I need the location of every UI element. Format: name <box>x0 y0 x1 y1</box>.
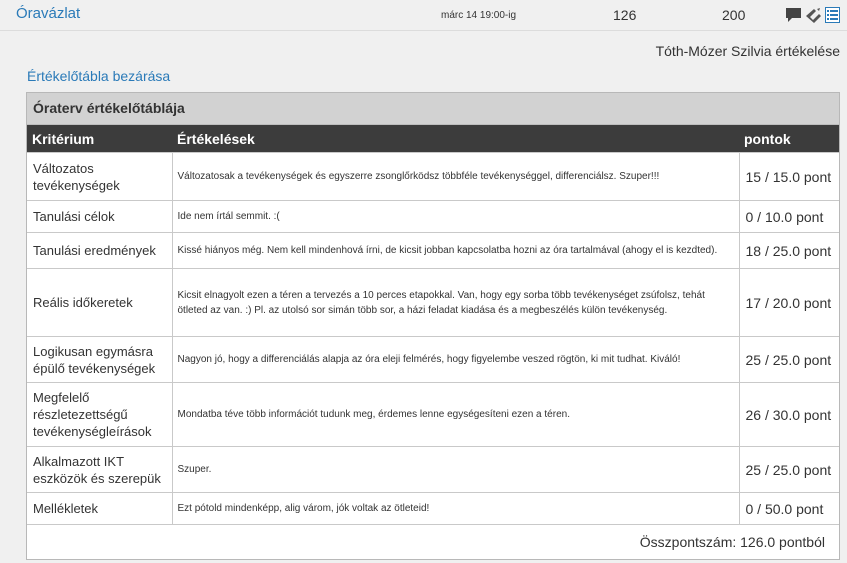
comment-icon[interactable] <box>785 7 802 23</box>
points-cell: 18 / 25.0 pont <box>738 232 839 269</box>
points-cell: 25 / 25.0 pont <box>738 446 839 493</box>
comment-cell: Változatosak a tevékenységek és egyszerr… <box>171 152 740 201</box>
rubric-title: Óraterv értékelőtáblája <box>27 93 839 125</box>
table-row: Tanulási eredmények Kissé hiányos még. N… <box>27 232 839 269</box>
points-cell: 0 / 10.0 pont <box>738 200 839 233</box>
muted-icon[interactable] <box>805 7 822 23</box>
comment-cell: Kicsit elnagyolt ezen a téren a tervezés… <box>171 268 740 337</box>
points-cell: 26 / 30.0 pont <box>738 382 839 447</box>
submission-row: Óravázlat márc 14 19:00-ig 126 200 <box>0 0 847 30</box>
total-score: Összpontszám: 126.0 pontból <box>639 534 825 550</box>
criterion-cell: Logikusan egymásra épülő tevékenységek <box>27 336 173 383</box>
score-value: 126 <box>613 7 637 23</box>
criterion-cell: Alkalmazott IKT eszközök és szerepük <box>27 446 173 493</box>
divider <box>0 30 847 31</box>
table-row: Mellékletek Ezt pótold mindenképp, alig … <box>27 492 839 525</box>
assignment-title-link[interactable]: Óravázlat <box>16 5 80 22</box>
rubric-panel: Óraterv értékelőtáblája Kritérium Értéke… <box>26 92 840 560</box>
due-date: márc 14 19:00-ig <box>441 10 517 21</box>
rubric-table: Kritérium Értékelések pontok Változatos … <box>27 125 839 525</box>
table-row: Változatos tevékenységek Változatosak a … <box>27 152 839 201</box>
comment-cell: Ide nem írtál semmit. :( <box>171 200 740 233</box>
close-rubric-link[interactable]: Értékelőtábla bezárása <box>27 68 170 84</box>
comment-cell: Szuper. <box>171 446 740 493</box>
possible-points: 200 <box>722 7 746 23</box>
criterion-cell: Tanulási célok <box>27 200 173 233</box>
table-row: Tanulási célok Ide nem írtál semmit. :( … <box>27 200 839 233</box>
comment-cell: Nagyon jó, hogy a differenciálás alapja … <box>171 336 740 383</box>
table-row: Alkalmazott IKT eszközök és szerepük Szu… <box>27 446 839 493</box>
table-row: Megfelelő részletezettségű tevékenységle… <box>27 382 839 447</box>
points-cell: 25 / 25.0 pont <box>738 336 839 383</box>
comment-cell: Kissé hiányos még. Nem kell mindenhová í… <box>171 232 740 269</box>
table-row: Reális időkeretek Kicsit elnagyolt ezen … <box>27 268 839 337</box>
table-row: Logikusan egymásra épülő tevékenységek N… <box>27 336 839 383</box>
criterion-cell: Mellékletek <box>27 492 173 525</box>
rubric-icon[interactable] <box>825 7 840 23</box>
criterion-cell: Változatos tevékenységek <box>27 152 173 201</box>
rubric-header-row: Kritérium Értékelések pontok <box>27 125 839 153</box>
column-header-comments: Értékelések <box>172 125 739 153</box>
criterion-cell: Reális időkeretek <box>27 268 173 337</box>
criterion-cell: Tanulási eredmények <box>27 232 173 269</box>
row-icons <box>785 6 840 24</box>
points-cell: 15 / 15.0 pont <box>738 152 839 201</box>
points-cell: 17 / 20.0 pont <box>738 268 839 337</box>
column-header-points: pontok <box>739 125 839 153</box>
criterion-cell: Megfelelő részletezettségű tevékenységle… <box>27 382 173 447</box>
comment-cell: Mondatba téve több információt tudunk me… <box>171 382 740 447</box>
column-header-criterion: Kritérium <box>27 125 172 153</box>
points-cell: 0 / 50.0 pont <box>738 492 839 525</box>
grader-label: Tóth-Mózer Szilvia értékelése <box>655 43 840 59</box>
comment-cell: Ezt pótold mindenképp, alig várom, jók v… <box>171 492 740 525</box>
